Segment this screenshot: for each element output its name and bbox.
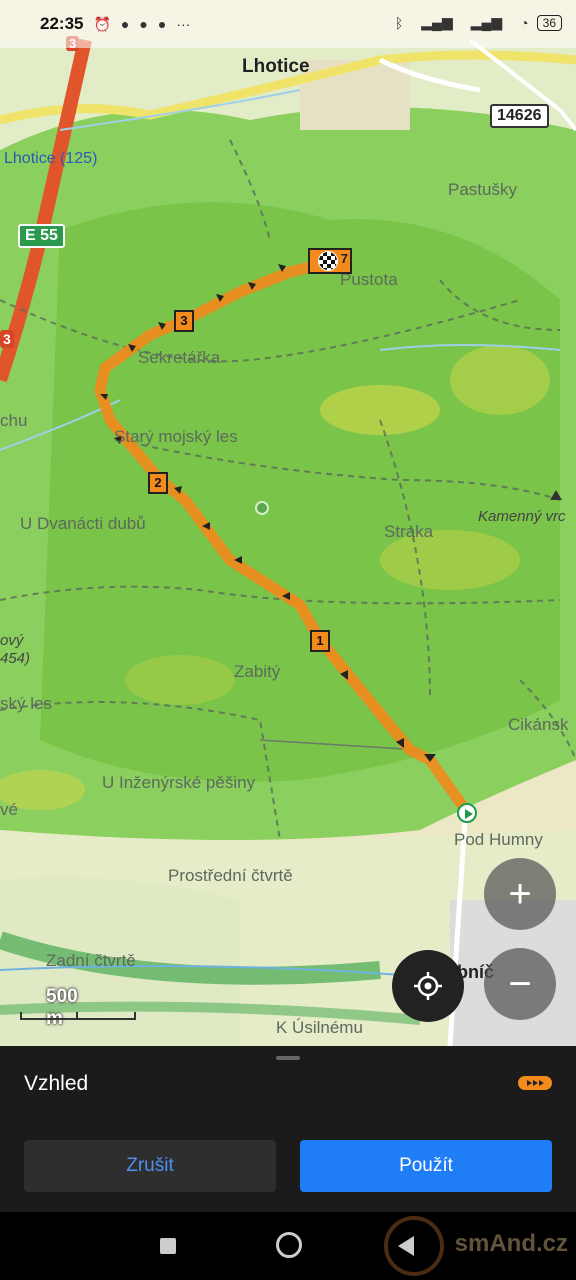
- app-notification-icon: ●: [120, 16, 130, 32]
- signal-icon: ▂▄▆: [421, 14, 453, 30]
- town-label: Lhotice: [242, 56, 310, 77]
- place-sky-les: ský les: [0, 694, 52, 713]
- recents-icon[interactable]: [160, 1238, 176, 1254]
- place-sekretarka: Sekretářka: [138, 348, 221, 367]
- route-waypoint-1[interactable]: 1: [310, 630, 330, 652]
- zoom-in-button[interactable]: +: [484, 858, 556, 930]
- place-k-usilnemu: K Úsilnému: [276, 1018, 363, 1037]
- place-ve: vé: [0, 800, 18, 819]
- route-start-marker[interactable]: [457, 803, 477, 823]
- sheet-drag-handle[interactable]: [276, 1056, 300, 1060]
- app-notification-icon: ●: [157, 16, 167, 32]
- place-stary-mojsky-les: Starý mojský les: [114, 427, 238, 446]
- road-number-shield: 14626: [490, 104, 549, 128]
- place-cikansk: Cikánsk: [508, 715, 569, 734]
- signal-icon: ▂▄▆: [470, 14, 503, 30]
- crosshair-icon: [414, 972, 442, 1000]
- route-waypoint-2[interactable]: 2: [148, 472, 168, 494]
- place-chu: chu: [0, 411, 28, 430]
- app-notification-icon: ●: [139, 16, 148, 32]
- watermark-logo: [384, 1216, 444, 1276]
- route-finish-marker[interactable]: 7: [308, 248, 352, 274]
- appearance-sheet: Vzhled Zrušit Použít: [0, 1046, 576, 1212]
- place-zadni-ctvrte: Zadní čtvrtě: [46, 951, 136, 970]
- arrow-icon: [538, 1080, 544, 1086]
- plus-icon: +: [508, 871, 532, 916]
- route-color-indicator[interactable]: [518, 1076, 552, 1090]
- place-454: 454): [0, 650, 31, 667]
- finish-number: 7: [340, 251, 348, 266]
- arrow-icon: [526, 1080, 532, 1086]
- place-straka: Straka: [384, 522, 434, 541]
- sheet-title: Vzhled: [24, 1072, 89, 1095]
- place-u-inzenyrske-pesiny: U Inženýrské pěšiny: [102, 773, 256, 792]
- zoom-out-button[interactable]: −: [484, 948, 556, 1020]
- road-e55-shield: E 55: [18, 224, 65, 248]
- navigation-bar: smAnd.cz: [0, 1212, 576, 1280]
- bluetooth-icon: ᛒ: [394, 14, 404, 31]
- my-location-button[interactable]: [392, 950, 464, 1022]
- place-u-dvanacti-dubu: U Dvanácti dubů: [20, 514, 146, 533]
- place-pastusky: Pastušky: [448, 180, 517, 199]
- place-ovy: ový: [0, 632, 24, 649]
- scale-label: 500 m: [46, 986, 78, 1029]
- checkered-flag-icon: [318, 251, 338, 271]
- place-zabity: Zabitý: [234, 662, 281, 681]
- apply-button[interactable]: Použít: [300, 1140, 552, 1192]
- home-icon[interactable]: [276, 1232, 302, 1258]
- status-time: 22:35: [40, 14, 84, 33]
- wifi-icon: ◔: [520, 14, 529, 31]
- place-pod-humny: Pod Humny: [454, 830, 543, 849]
- place-kamenny-vrch: Kamenný vrc: [478, 508, 566, 525]
- watermark-text: smAnd.cz: [454, 1230, 568, 1257]
- more-icon: ···: [176, 16, 191, 32]
- cancel-button[interactable]: Zrušit: [24, 1140, 276, 1192]
- arrow-icon: [532, 1080, 538, 1086]
- back-icon[interactable]: [398, 1236, 414, 1256]
- place-lhotice-125: Lhotice (125): [4, 150, 98, 167]
- minus-icon: −: [508, 961, 532, 1006]
- road-3-shield-left: 3: [0, 330, 14, 348]
- alarm-icon: ⏰: [93, 15, 111, 32]
- map-view[interactable]: Lhotice 14626 E 55 3 3 Lhotice (125) Pas…: [0, 0, 576, 1046]
- status-bar: 22:35 ⏰ ● ● ● ··· ᛒ ▂▄▆ ▂▄▆ ◔ 36: [0, 0, 576, 48]
- place-prostredni-ctvrte: Prostřední čtvrtě: [168, 866, 293, 885]
- battery-indicator: 36: [536, 14, 562, 31]
- route-waypoint-3[interactable]: 3: [174, 310, 194, 332]
